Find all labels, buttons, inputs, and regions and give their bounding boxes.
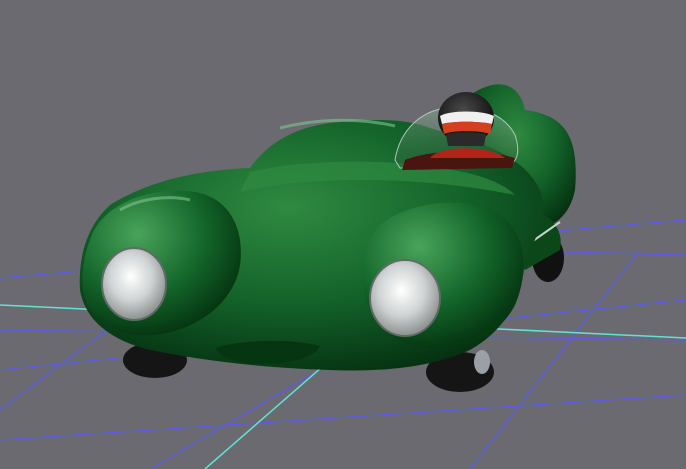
- grid-axis-line: [204, 359, 331, 469]
- front-right-hubcap: [474, 350, 490, 374]
- scene-canvas: [0, 84, 686, 469]
- 3d-viewport[interactable]: [0, 0, 686, 469]
- right-headlight: [369, 259, 441, 337]
- left-headlight: [101, 247, 167, 321]
- car-model[interactable]: [79, 84, 576, 392]
- grid-line: [0, 394, 686, 441]
